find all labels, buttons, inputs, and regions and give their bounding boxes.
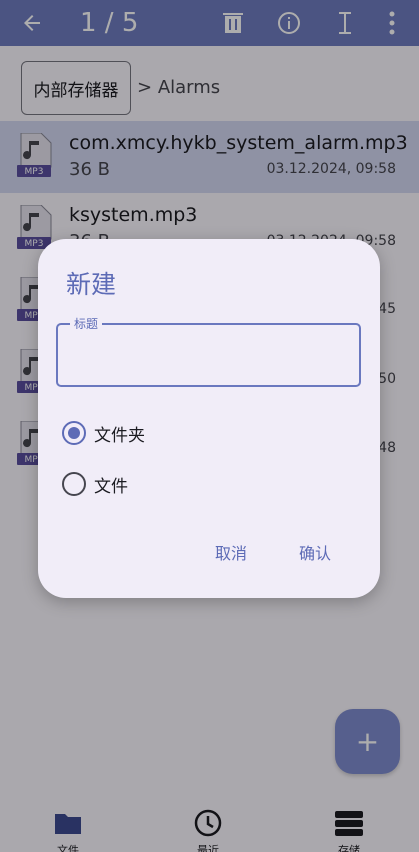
radio-option-folder[interactable]: 文件夹 — [62, 419, 145, 447]
radio-label: 文件夹 — [94, 425, 145, 446]
title-field-label: 标题 — [70, 315, 103, 332]
cancel-button[interactable]: 取消 — [215, 540, 247, 564]
radio-label: 文件 — [94, 476, 128, 497]
dialog-title: 新建 — [66, 270, 117, 299]
title-field[interactable]: 标题 — [56, 315, 361, 387]
radio-button-checked[interactable] — [62, 421, 86, 445]
radio-button[interactable] — [62, 472, 86, 496]
radio-option-file[interactable]: 文件 — [62, 470, 128, 498]
new-item-dialog: 新建 标题 文件夹 文件 取消 确认 — [38, 239, 380, 598]
title-input[interactable] — [70, 341, 350, 369]
confirm-button[interactable]: 确认 — [299, 540, 331, 564]
